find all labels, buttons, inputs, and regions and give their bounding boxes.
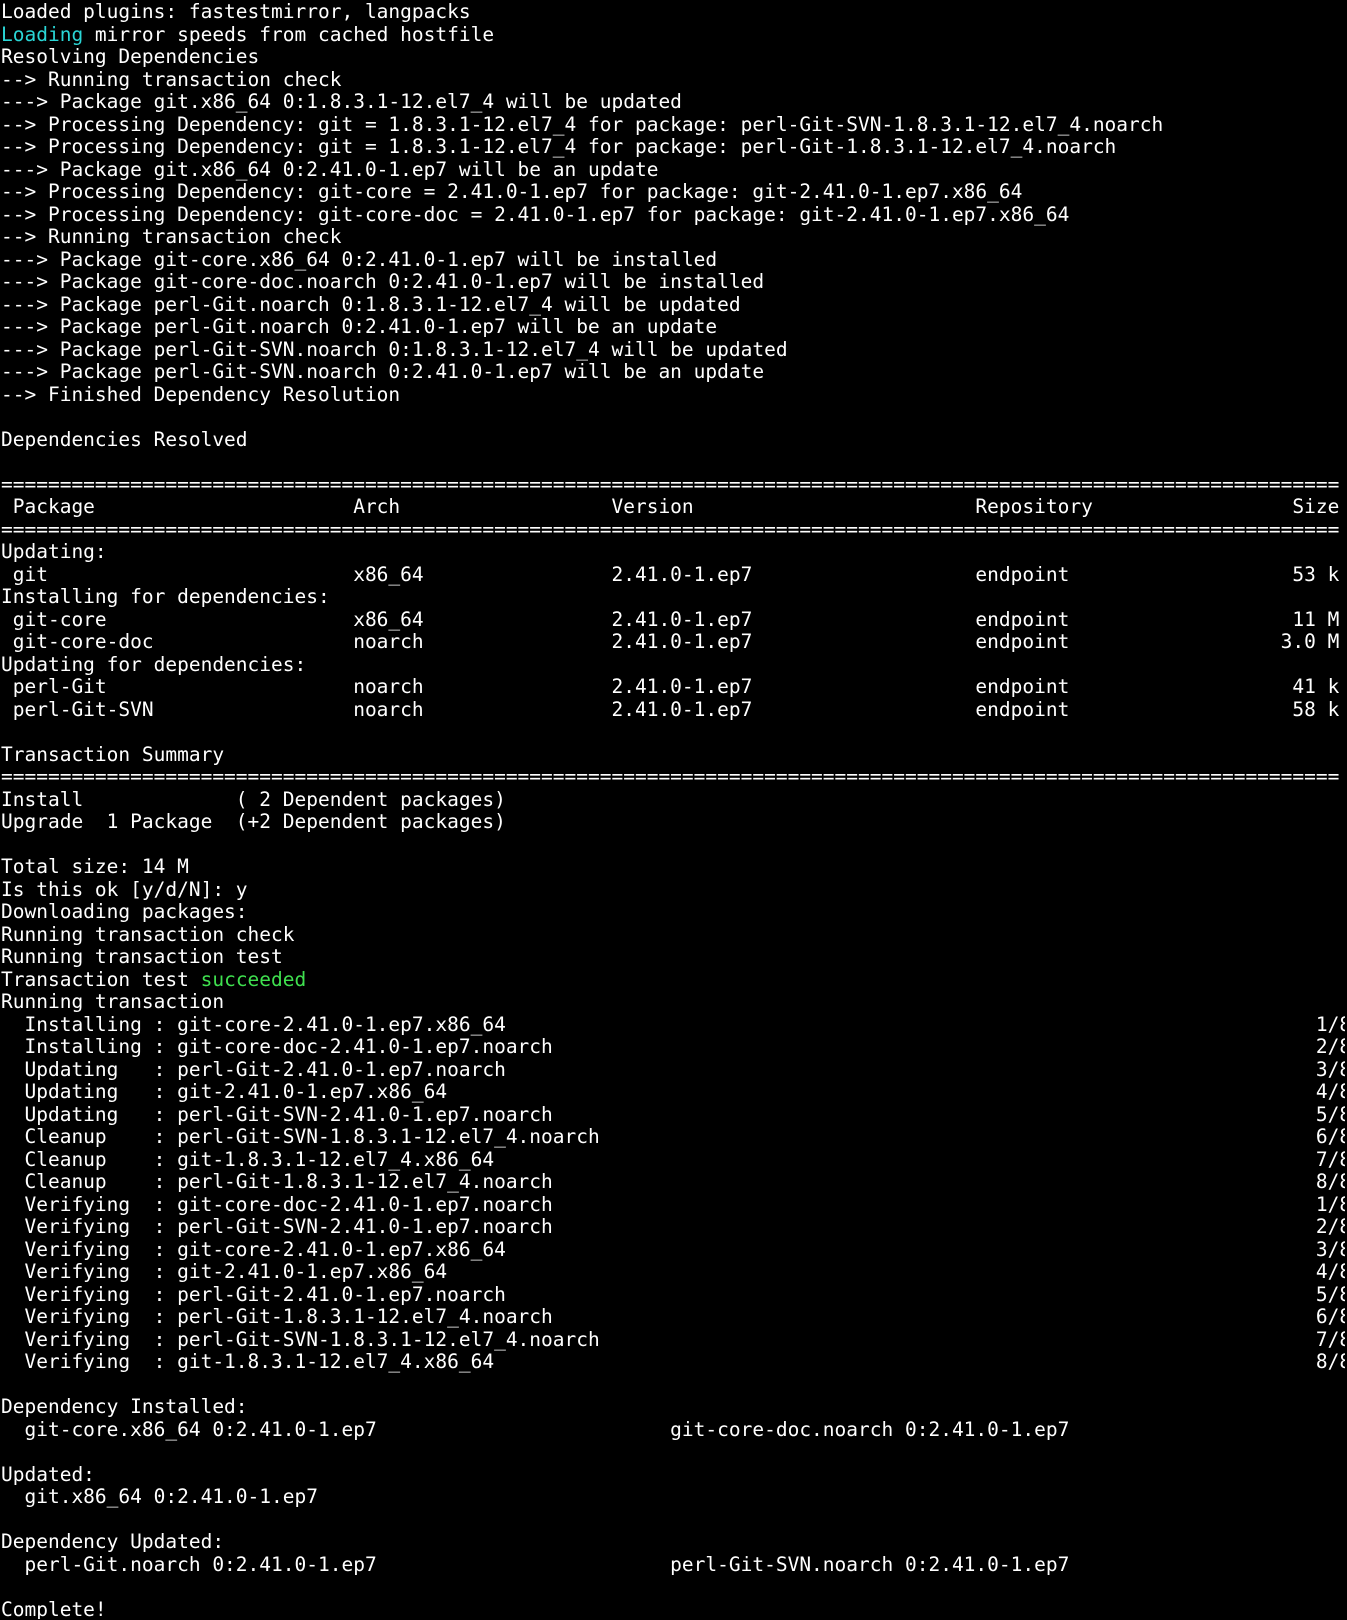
terminal-line: ---> Package perl-Git.noarch 0:2.41.0-1.… [1,316,718,338]
terminal-line: Verifying : perl-Git-SVN-1.8.3.1-12.el7_… [1,1328,1345,1351]
terminal-line: Running transaction check [1,923,295,946]
terminal-line: Installing for dependencies: [1,586,330,608]
terminal-line: Updating : perl-Git-SVN-2.41.0-1.ep7.noa… [1,1103,1345,1126]
terminal-line: --> Processing Dependency: git-core = 2.… [1,181,1023,203]
terminal-line: Installing : git-core-2.41.0-1.ep7.x86_6… [1,1013,1345,1036]
terminal-line: Verifying : git-2.41.0-1.ep7.x86_64 4/8 [1,1261,1345,1283]
terminal-line: Verifying : git-1.8.3.1-12.el7_4.x86_64 … [1,1351,1345,1373]
terminal-line: --> Running transaction check [1,68,342,91]
terminal-line: Cleanup : perl-Git-1.8.3.1-12.el7_4.noar… [1,1171,1345,1193]
terminal-line: Verifying : perl-Git-SVN-2.41.0-1.ep7.no… [1,1216,1345,1238]
terminal-line: Running transaction test [1,946,283,968]
terminal-line: Dependencies Resolved [1,428,248,451]
terminal-line: ---> Package perl-Git-SVN.noarch 0:2.41.… [1,361,765,383]
terminal-line: Cleanup : perl-Git-SVN-1.8.3.1-12.el7_4.… [1,1126,1345,1148]
terminal-line: ---> Package git.x86_64 0:2.41.0-1.ep7 w… [1,158,659,181]
terminal-line: ---> Package git.x86_64 0:1.8.3.1-12.el7… [1,91,682,113]
terminal-line: git x86_64 2.41.0-1.ep7 endpoint 53 k [1,563,1340,586]
terminal-line: Upgrade 1 Package (+2 Dependent packages… [1,811,506,833]
terminal-line: Verifying : git-core-2.41.0-1.ep7.x86_64… [1,1238,1345,1261]
terminal-line: Dependency Updated: [1,1531,225,1553]
terminal-line: Updated: [1,1463,95,1486]
terminal-line: ---> Package git-core.x86_64 0:2.41.0-1.… [1,248,718,271]
terminal-line: --> Processing Dependency: git-core-doc … [1,203,1070,226]
terminal-line: --> Processing Dependency: git = 1.8.3.1… [1,136,1117,158]
terminal-line: Resolving Dependencies [1,46,260,68]
terminal-line: Updating: [1,541,107,563]
terminal-line: Transaction Summary [1,743,225,766]
terminal-line: Loaded plugins: fastestmirror, langpacks [1,1,471,23]
terminal-line: Package Arch Version Repository Size [1,496,1340,518]
terminal-line: ========================================… [1,518,1340,541]
terminal-line: Dependency Installed: [1,1396,248,1418]
terminal-line: perl-Git noarch 2.41.0-1.ep7 endpoint 41… [1,676,1340,698]
terminal-line: Complete! [1,1598,107,1620]
terminal-output[interactable]: Loaded plugins: fastestmirror, langpacks… [1,1,1345,1619]
terminal-line: Total size: 14 M [1,856,189,878]
terminal-line: --> Processing Dependency: git = 1.8.3.1… [1,113,1164,136]
terminal-line: Verifying : perl-Git-2.41.0-1.ep7.noarch… [1,1283,1345,1306]
terminal-line: Updating for dependencies: [1,653,307,676]
terminal-line: perl-Git.noarch 0:2.41.0-1.ep7 perl-Git-… [1,1553,1070,1576]
terminal-line: git-core.x86_64 0:2.41.0-1.ep7 git-core-… [1,1418,1070,1441]
terminal-line: --> Running transaction check [1,226,342,248]
terminal-line: Verifying : git-core-doc-2.41.0-1.ep7.no… [1,1193,1345,1216]
terminal-line: Cleanup : git-1.8.3.1-12.el7_4.x86_64 7/… [1,1148,1345,1171]
terminal-line: perl-Git-SVN noarch 2.41.0-1.ep7 endpoin… [1,698,1340,721]
highlighted-word: Loading [1,23,84,46]
terminal-line: Downloading packages: [1,901,248,923]
terminal-line: --> Finished Dependency Resolution [1,383,401,406]
terminal-line: ---> Package perl-Git.noarch 0:1.8.3.1-1… [1,293,741,316]
terminal-line: Loading mirror speeds from cached hostfi… [1,23,495,46]
terminal-line: Transaction test succeeded [1,968,307,991]
terminal-line: ========================================… [1,766,1340,788]
terminal-line: Install ( 2 Dependent packages) [1,788,506,811]
terminal-line: Updating : git-2.41.0-1.ep7.x86_64 4/8 [1,1081,1345,1103]
terminal-line: Is this ok [y/d/N]: y [1,878,248,901]
highlighted-word: succeeded [200,968,307,991]
terminal-line: git-core x86_64 2.41.0-1.ep7 endpoint 11… [1,608,1340,631]
terminal-line: Running transaction [1,991,225,1013]
terminal-line: Installing : git-core-doc-2.41.0-1.ep7.n… [1,1036,1345,1058]
terminal-line: git-core-doc noarch 2.41.0-1.ep7 endpoin… [1,631,1340,653]
terminal-line: git.x86_64 0:2.41.0-1.ep7 [1,1486,318,1508]
terminal-line: ---> Package perl-Git-SVN.noarch 0:1.8.3… [1,338,788,361]
terminal-line: Verifying : perl-Git-1.8.3.1-12.el7_4.no… [1,1306,1345,1328]
terminal-line: Updating : perl-Git-2.41.0-1.ep7.noarch … [1,1058,1345,1081]
terminal-line: ========================================… [1,473,1340,496]
terminal-line: ---> Package git-core-doc.noarch 0:2.41.… [1,271,765,293]
